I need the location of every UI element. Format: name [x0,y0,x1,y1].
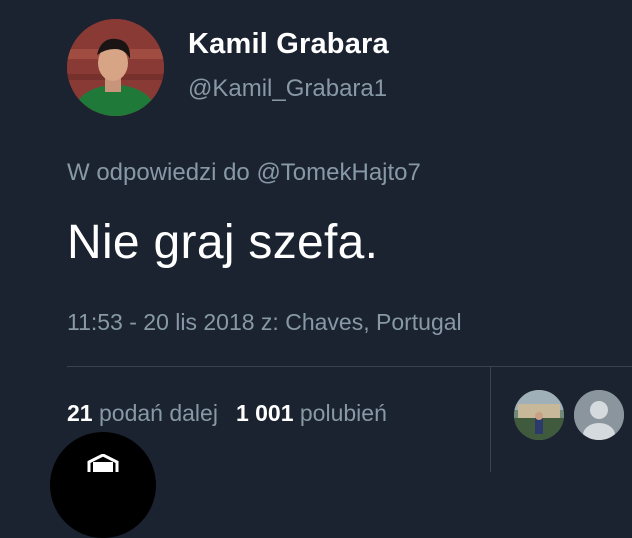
reply-context: W odpowiedzi do @TomekHajto7 [67,159,421,187]
likes-stat[interactable]: 1 001 polubień [236,400,387,426]
default-avatar-icon [574,390,624,440]
tweet-text: Nie graj szefa. [67,216,379,269]
retweets-label: podań dalej [98,400,218,426]
tweet-card: Kamil Grabara @Kamil_Grabara1 W odpowied… [0,0,632,538]
likes-label: polubień [299,400,387,426]
user-avatar[interactable] [67,19,164,116]
liker-avatar[interactable] [514,390,564,440]
display-name[interactable]: Kamil Grabara [188,28,389,61]
liker-photo-icon [514,390,564,440]
profile-photo-icon [67,19,164,116]
user-handle[interactable]: @Kamil_Grabara1 [188,75,387,103]
reply-prefix: W odpowiedzi do [67,159,250,186]
reply-mention-link[interactable]: @TomekHajto7 [256,159,420,186]
stats-divider [67,366,632,367]
tweet-timestamp[interactable]: 11:53 - 20 lis 2018 z: Chaves, Portugal [67,309,462,336]
retweets-count: 21 [67,400,93,426]
likes-count: 1 001 [235,400,294,426]
liker-avatar[interactable] [574,390,624,440]
engagement-stats: 21 podań dalej 1 001 polubień [67,400,387,427]
stats-vertical-divider [490,367,491,472]
retweets-stat[interactable]: 21 podań dalej [67,400,218,426]
overlay-bubble[interactable] [50,432,156,538]
home-icon [87,454,119,472]
